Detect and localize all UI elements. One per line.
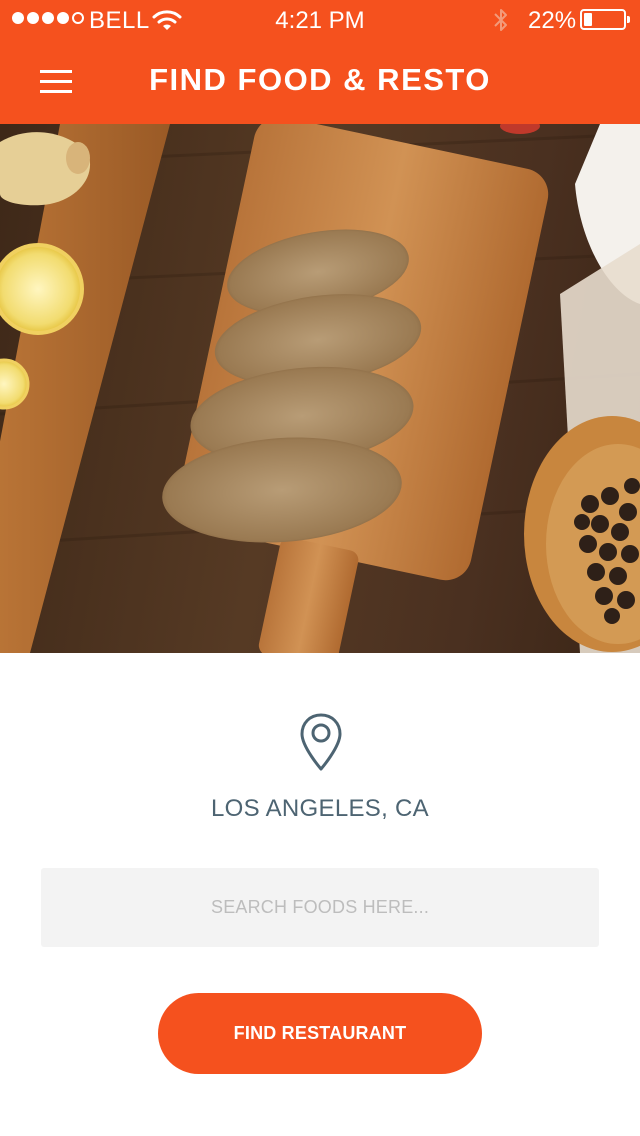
battery-level-fill — [584, 13, 592, 26]
hero-image — [0, 124, 640, 653]
location-label: LOS ANGELES, CA — [211, 795, 429, 822]
find-restaurant-button[interactable]: FIND RESTAURANT — [158, 993, 482, 1074]
page-title: FIND FOOD & RESTO — [149, 62, 491, 97]
status-bar: BELL 4:21 PM 22% — [0, 0, 640, 40]
bluetooth-icon — [494, 9, 507, 31]
main-content: LOS ANGELES, CA FIND RESTAURANT — [0, 653, 640, 1136]
bread-on-cutting-board-photo — [0, 124, 640, 653]
search-input[interactable] — [41, 868, 599, 947]
map-pin-icon — [300, 713, 342, 771]
app-header: BELL 4:21 PM 22% FIND FOOD & RESTO — [0, 0, 640, 124]
battery-icon — [580, 9, 630, 30]
battery-percentage: 22% — [528, 7, 577, 34]
